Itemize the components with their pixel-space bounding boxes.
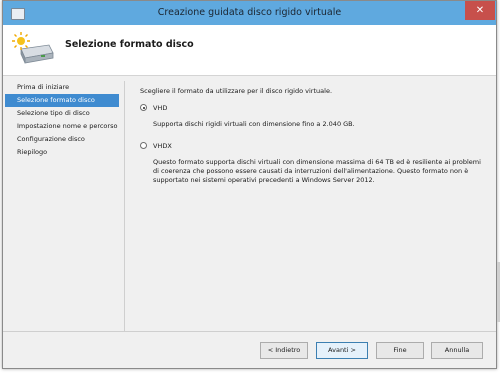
wizard-header: Selezione formato disco [3,25,496,76]
vhd-radio[interactable] [140,104,147,111]
finish-button[interactable]: Fine [376,342,424,359]
sidebar-divider [124,81,125,331]
title-bar[interactable]: Creazione guidata disco rigido virtuale … [3,1,496,25]
vhdx-label[interactable]: VHDX [153,142,172,150]
vhdx-radio[interactable] [140,142,147,149]
window-title: Creazione guidata disco rigido virtuale [157,7,342,18]
nav-item-selezione-tipo-disco[interactable]: Selezione tipo di disco [5,107,119,120]
nav-item-riepilogo[interactable]: Riepilogo [5,146,119,159]
option-vhd[interactable]: VHD [140,103,485,114]
nav-item-selezione-formato-disco[interactable]: Selezione formato disco [5,94,119,107]
vhd-description: Supporta dischi rigidi virtuali con dime… [153,120,355,128]
cancel-button[interactable]: Annulla [431,342,483,359]
next-button[interactable]: Avanti > [316,342,368,359]
page-title: Selezione formato disco [65,39,194,50]
wizard-steps-nav: Prima di iniziare Selezione formato disc… [3,81,121,159]
format-selection-panel: Scegliere il formato da utilizzare per i… [140,87,485,185]
back-button[interactable]: < Indietro [260,342,308,359]
hard-disk-wizard-icon [12,32,54,64]
nav-item-prima-di-iniziare[interactable]: Prima di iniziare [5,81,119,94]
close-button[interactable]: ✕ [465,1,495,20]
intro-text: Scegliere il formato da utilizzare per i… [140,87,333,95]
nav-item-impostazione-nome-percorso[interactable]: Impostazione nome e percorso [5,120,119,133]
wizard-window: Creazione guidata disco rigido virtuale … [2,0,497,369]
wizard-footer: < Indietro Avanti > Fine Annulla [3,332,496,368]
vhd-label[interactable]: VHD [153,104,167,112]
vhdx-description: Questo formato supporta dischi virtuali … [153,158,481,184]
nav-item-configurazione-disco[interactable]: Configurazione disco [5,133,119,146]
option-vhdx[interactable]: VHDX [140,141,485,152]
